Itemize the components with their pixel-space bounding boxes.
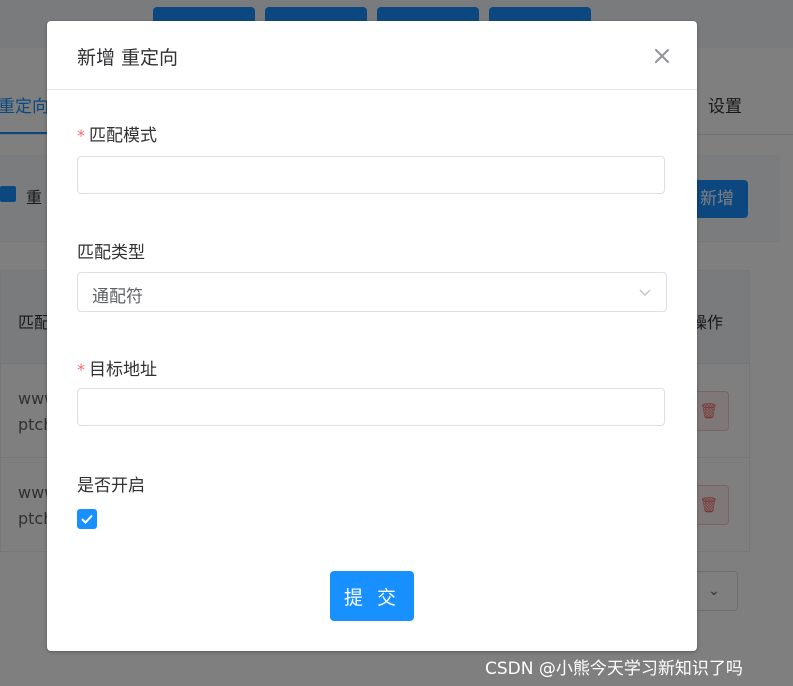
dialog-header: 新增 重定向 [47,21,697,90]
enabled-label: 是否开启 [77,476,145,496]
enabled-checkbox[interactable] [77,509,97,529]
dialog-title: 新增 重定向 [77,47,179,69]
match-type-select[interactable]: 通配符 [77,272,667,312]
target-label: * 目标地址 [77,355,157,380]
checkmark-icon [81,514,93,524]
submit-button[interactable]: 提 交 [330,571,414,621]
target-label-text: 目标地址 [89,360,157,380]
add-redirect-dialog: 新增 重定向 * 匹配模式 匹配类型 通配符 * 目标地址 是否开启 提 交 [47,21,697,651]
pattern-label-text: 匹配模式 [89,126,157,146]
watermark: CSDN @小熊今天学习新知识了吗 [485,659,743,679]
pattern-input[interactable] [77,156,665,194]
required-asterisk: * [77,126,85,145]
target-input[interactable] [77,388,665,426]
chevron-down-icon [639,289,651,296]
match-type-label: 匹配类型 [77,243,145,263]
close-icon [655,49,669,63]
required-asterisk: * [77,360,85,379]
pattern-label: * 匹配模式 [77,121,157,146]
match-type-selected-value: 通配符 [92,287,143,307]
close-button[interactable] [647,41,677,71]
